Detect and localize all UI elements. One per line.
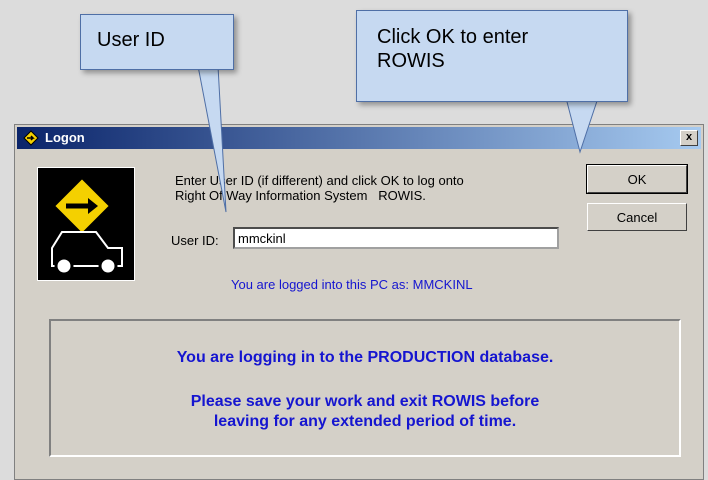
ok-callout-text: Click OK to enter ROWIS	[377, 25, 528, 73]
ok-callout-line-2: ROWIS	[377, 50, 445, 72]
userid-callout: User ID	[80, 14, 234, 70]
userid-callout-text: User ID	[97, 29, 165, 51]
ok-callout-pointer	[565, 97, 599, 154]
userid-callout-pointer	[197, 65, 227, 213]
ok-callout: Click OK to enter ROWIS	[356, 10, 628, 102]
ok-callout-line-1: Click OK to enter	[377, 26, 529, 48]
